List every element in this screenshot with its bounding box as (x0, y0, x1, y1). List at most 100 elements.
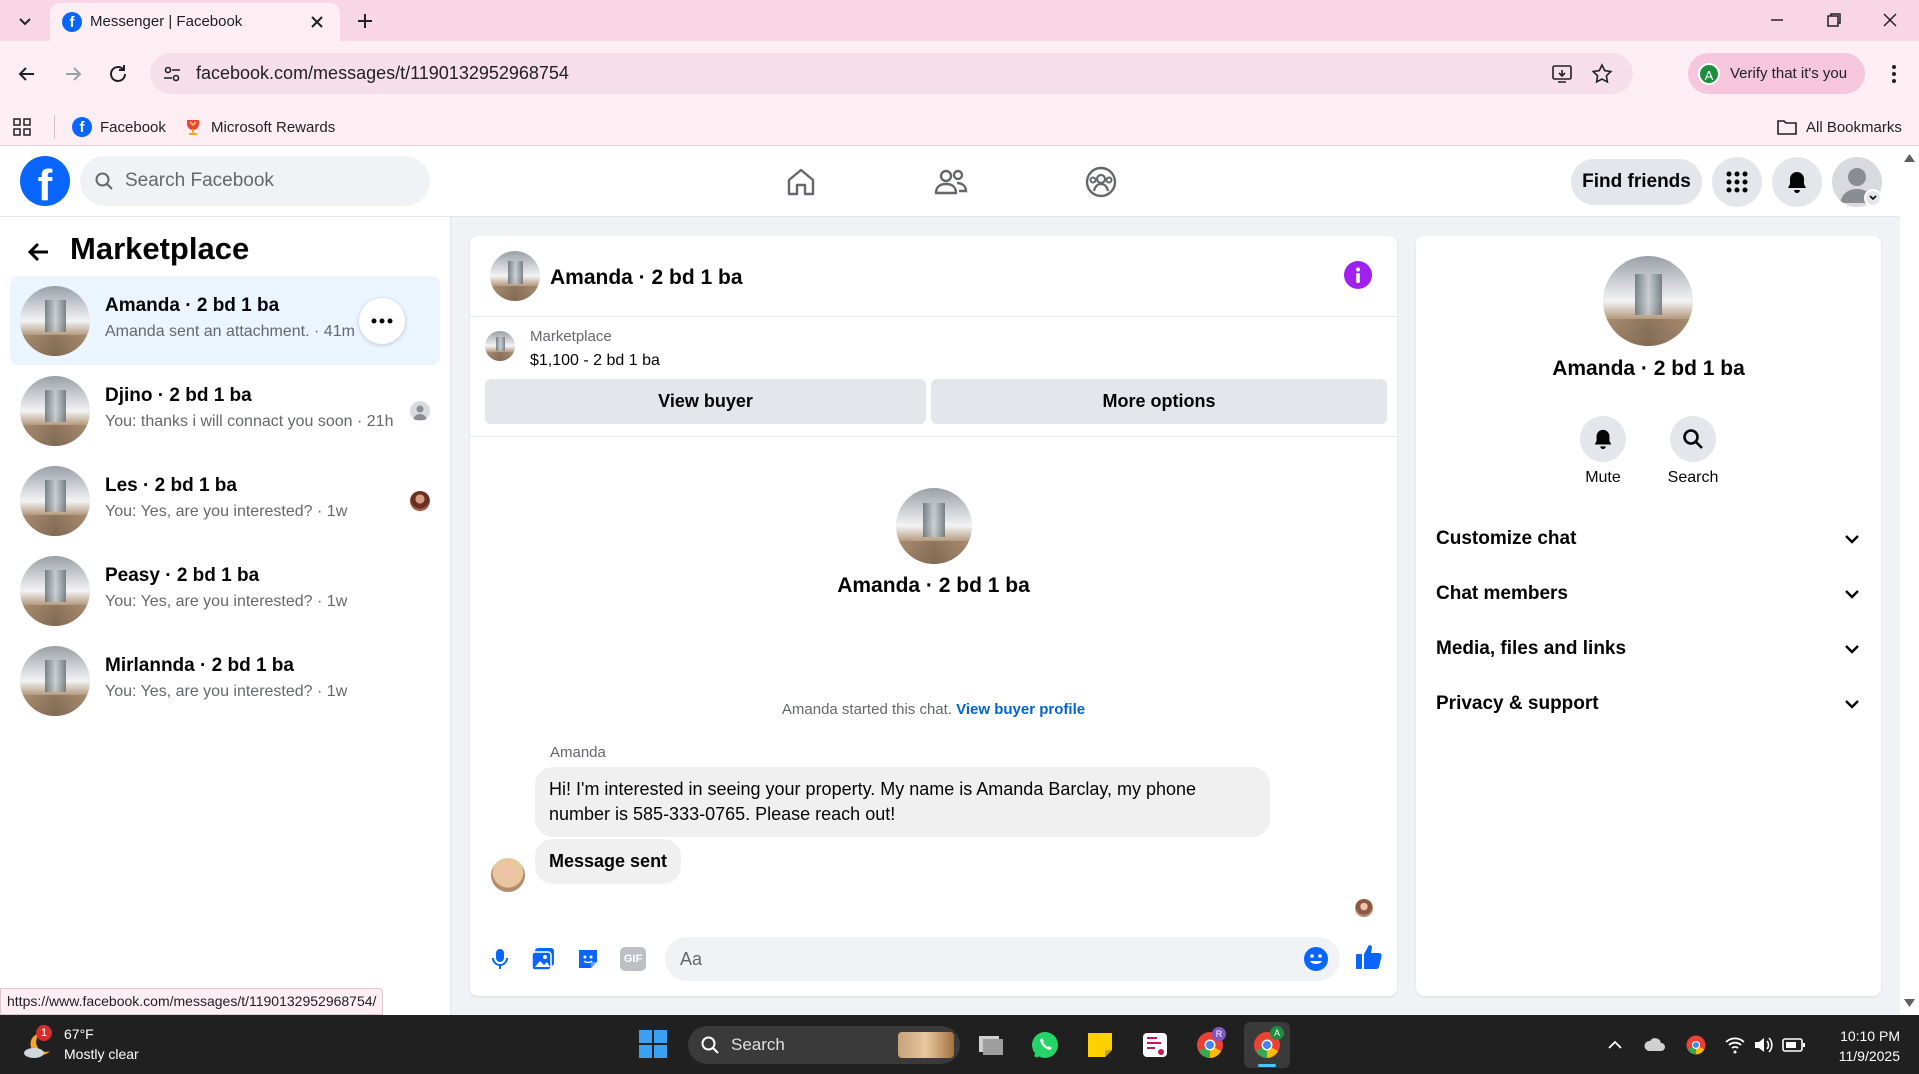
find-friends-button[interactable]: Find friends (1571, 159, 1702, 205)
privacy-support-section[interactable]: Privacy & support (1436, 684, 1861, 724)
emoji-icon (1304, 947, 1328, 971)
notifications-button[interactable] (1772, 157, 1822, 207)
conversation-item[interactable]: Les · 2 bd 1 ba You: Yes, are you intere… (10, 456, 440, 545)
onedrive-tray-icon[interactable] (1643, 1035, 1667, 1055)
folder-icon (1777, 120, 1797, 135)
tab-search-button[interactable] (10, 6, 40, 36)
whatsapp-taskbar-button[interactable] (1030, 1030, 1060, 1060)
tab-messenger[interactable]: f Messenger | Facebook (50, 3, 340, 41)
facebook-favicon-icon: f (72, 117, 92, 137)
customize-chat-section[interactable]: Customize chat (1436, 519, 1861, 559)
chat-header-title[interactable]: Amanda · 2 bd 1 ba (550, 266, 743, 290)
weather-condition: Mostly clear (64, 1046, 139, 1062)
volume-tray-icon[interactable] (1752, 1034, 1774, 1056)
gif-button[interactable]: GIF (620, 947, 646, 971)
conversation-info-button[interactable] (1344, 261, 1372, 289)
reload-button[interactable] (105, 61, 131, 87)
view-buyer-button[interactable]: View buyer (485, 379, 926, 424)
chat-members-section[interactable]: Chat members (1436, 574, 1861, 614)
media-files-links-section[interactable]: Media, files and links (1436, 629, 1861, 669)
address-bar[interactable]: facebook.com/messages/t/1190132952968754 (150, 53, 1633, 94)
sender-avatar[interactable] (491, 858, 525, 892)
all-bookmarks-button[interactable]: All Bookmarks (1776, 115, 1902, 139)
emoji-button[interactable] (1303, 946, 1329, 972)
voice-clip-button[interactable] (487, 946, 513, 972)
minimize-button[interactable] (1765, 8, 1789, 32)
mute-label: Mute (1585, 469, 1621, 486)
chat-started-notice: Amanda started this chat. View buyer pro… (470, 701, 1397, 718)
attach-media-button[interactable] (530, 946, 556, 972)
more-options-button[interactable]: More options (931, 379, 1387, 424)
conversation-item[interactable]: Amanda · 2 bd 1 ba Amanda sent an attach… (10, 276, 440, 365)
restore-button[interactable] (1822, 8, 1846, 32)
forward-button[interactable] (60, 61, 86, 87)
site-info-icon[interactable] (162, 64, 182, 84)
wifi-tray-icon[interactable] (1724, 1034, 1746, 1056)
bookmark-facebook[interactable]: f Facebook (72, 115, 166, 139)
apps-button[interactable] (12, 117, 32, 137)
weather-badge: 1 (36, 1025, 52, 1041)
snipping-tool-taskbar-button[interactable] (1140, 1030, 1170, 1060)
account-chevron[interactable] (1864, 189, 1882, 207)
search-facebook-input[interactable]: Search Facebook (80, 156, 430, 206)
conversation-title: Peasy · 2 bd 1 ba (105, 565, 260, 586)
sticky-notes-taskbar-button[interactable] (1085, 1030, 1115, 1060)
listing-price[interactable]: $1,100 - 2 bd 1 ba (530, 352, 660, 370)
task-view-button[interactable] (976, 1030, 1006, 1060)
view-buyer-profile-link[interactable]: View buyer profile (956, 701, 1085, 718)
arrow-left-icon (27, 242, 48, 262)
mute-button[interactable] (1580, 416, 1626, 462)
bookmark-microsoft-rewards[interactable]: Microsoft Rewards (183, 115, 335, 139)
conversation-title: Djino · 2 bd 1 ba (105, 385, 252, 406)
chevron-down-icon (1845, 645, 1859, 654)
sticker-button[interactable] (575, 946, 601, 972)
back-button[interactable] (14, 61, 40, 87)
url-text: facebook.com/messages/t/1190132952968754 (196, 63, 569, 83)
tab-close-button[interactable] (308, 13, 326, 31)
clock[interactable]: 10:10 PM 11/9/2025 (1820, 1026, 1900, 1066)
more-horizontal-icon (371, 318, 393, 324)
microphone-icon (492, 949, 508, 969)
bookmark-label: Microsoft Rewards (211, 118, 336, 136)
chrome-tray-icon[interactable] (1685, 1034, 1707, 1056)
start-button[interactable] (638, 1029, 668, 1059)
menu-button[interactable] (1712, 157, 1762, 207)
search-in-conversation-button[interactable] (1670, 416, 1716, 462)
send-like-button[interactable] (1354, 942, 1384, 972)
install-app-button[interactable] (1550, 62, 1574, 86)
page-scrollbar[interactable] (1900, 146, 1919, 1015)
message-bubble[interactable]: Hi! I'm interested in seeing your proper… (535, 767, 1270, 837)
bookmarks-divider (54, 115, 55, 139)
close-window-button[interactable] (1878, 8, 1902, 32)
details-avatar[interactable] (1603, 256, 1693, 346)
message-bubble[interactable]: Message sent (535, 839, 682, 884)
chat-avatar[interactable] (490, 251, 540, 301)
conversation-options-button[interactable] (359, 298, 405, 344)
conversation-item[interactable]: Mirlannda · 2 bd 1 ba You: Yes, are you … (10, 636, 440, 725)
minimize-icon (1771, 19, 1783, 21)
close-icon (1883, 13, 1897, 27)
battery-tray-icon[interactable] (1782, 1036, 1806, 1054)
groups-icon (1085, 166, 1117, 198)
conversation-item[interactable]: Peasy · 2 bd 1 ba You: Yes, are you inte… (10, 546, 440, 635)
weather-widget[interactable]: 1 (22, 1025, 54, 1061)
listing-divider (470, 436, 1397, 437)
windows-logo-icon (639, 1030, 667, 1058)
chrome-profile-taskbar-button[interactable]: R (1195, 1027, 1226, 1060)
friends-nav-button[interactable] (933, 164, 969, 200)
home-nav-button[interactable] (783, 164, 819, 200)
intro-avatar[interactable] (896, 488, 972, 564)
new-tab-button[interactable] (352, 8, 378, 34)
browser-menu-button[interactable] (1882, 62, 1906, 86)
facebook-logo[interactable]: f (20, 156, 70, 206)
message-composer-input[interactable]: Aa (665, 937, 1340, 981)
conversation-item[interactable]: Djino · 2 bd 1 ba You: thanks i will con… (10, 366, 440, 455)
profile-verify-chip[interactable]: A Verify that it's you (1688, 53, 1865, 94)
back-button[interactable] (24, 237, 54, 267)
composer-placeholder: Aa (680, 949, 703, 969)
bookmark-star-button[interactable] (1590, 62, 1614, 86)
show-hidden-icons-button[interactable] (1605, 1035, 1625, 1055)
chrome-active-taskbar-button[interactable]: A (1244, 1022, 1290, 1068)
taskbar-search-box[interactable]: Search (688, 1026, 960, 1064)
groups-nav-button[interactable] (1083, 164, 1119, 200)
